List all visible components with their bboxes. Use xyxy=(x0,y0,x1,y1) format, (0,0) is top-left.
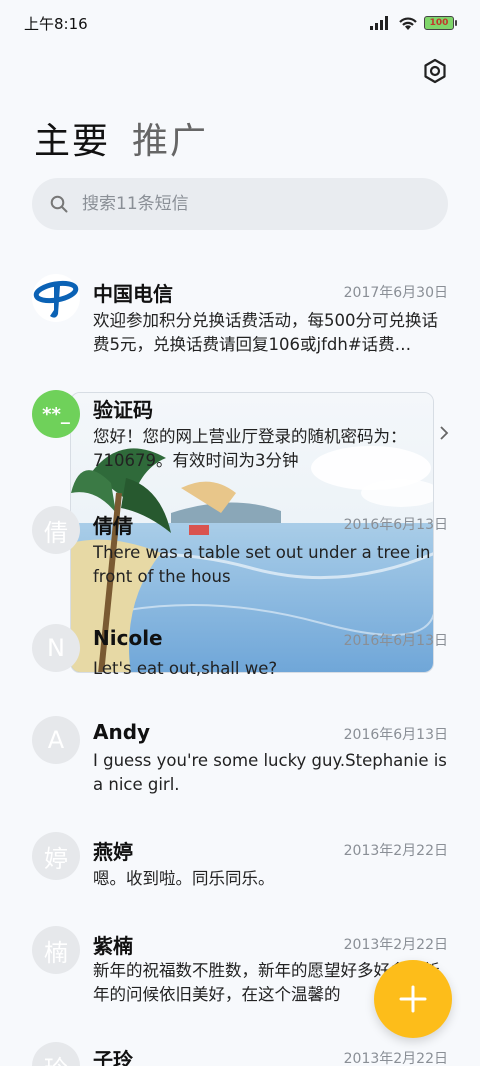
message-item[interactable]: 玲 子玲 2013年2月22日 xyxy=(0,1034,480,1066)
sender-name: 子玲 xyxy=(93,1048,133,1066)
status-icons: 100 xyxy=(370,16,457,31)
sender-name: 紫楠 xyxy=(93,934,133,958)
search-bar[interactable] xyxy=(32,178,448,230)
message-item[interactable]: **_ 验证码 您好！您的网上营业厅登录的随机密码为：710679。有效时间为3… xyxy=(0,382,480,492)
sender-name: Andy xyxy=(93,720,151,744)
message-item[interactable]: A Andy 2016年6月13日 I guess you're some lu… xyxy=(0,708,480,818)
sender-name: 验证码 xyxy=(93,398,153,422)
avatar: N xyxy=(32,624,80,672)
avatar: 倩 xyxy=(32,506,80,554)
message-preview: Let's eat out,shall we? xyxy=(93,659,278,678)
status-bar: 上午8:16 100 xyxy=(0,0,480,46)
message-item[interactable]: 中国电信 2017年6月30日 欢迎参加积分兑换话费活动，每500分可兑换话费5… xyxy=(0,266,480,376)
sender-name: 燕婷 xyxy=(93,840,133,864)
message-date: 2016年6月13日 xyxy=(343,633,448,649)
message-date: 2013年2月22日 xyxy=(343,1051,448,1066)
avatar: 楠 xyxy=(32,926,80,974)
battery-icon: 100 xyxy=(424,16,457,30)
message-date: 2013年2月22日 xyxy=(343,937,448,953)
avatar xyxy=(32,274,80,322)
message-preview: 您好！您的网上营业厅登录的随机密码为：710679。有效时间为3分钟 xyxy=(93,427,407,470)
battery-level: 100 xyxy=(429,18,449,28)
avatar: **_ xyxy=(32,390,80,438)
tab-bar: 主要 推广 xyxy=(34,112,208,164)
chevron-right-icon[interactable] xyxy=(436,424,452,442)
avatar: A xyxy=(32,716,80,764)
sender-name: 中国电信 xyxy=(93,282,173,306)
tab-promotions[interactable]: 推广 xyxy=(132,112,208,164)
message-date: 2016年6月13日 xyxy=(343,727,448,743)
message-preview: I guess you're some lucky guy.Stephanie … xyxy=(93,751,447,794)
message-preview: 嗯。收到啦。同乐同乐。 xyxy=(93,869,275,888)
new-message-button[interactable] xyxy=(374,960,452,1038)
message-item[interactable]: 倩 倩倩 2016年6月13日 There was a table set ou… xyxy=(0,498,480,608)
search-input[interactable] xyxy=(82,194,402,214)
message-preview: 欢迎参加积分兑换话费活动，每500分可兑换话费5元，兑换话费请回复106或jfd… xyxy=(93,311,438,354)
message-date: 2016年6月13日 xyxy=(343,517,448,533)
message-date: 2013年2月22日 xyxy=(343,843,448,859)
status-time: 上午8:16 xyxy=(24,14,88,33)
message-date: 2017年6月30日 xyxy=(343,285,448,301)
sender-name: Nicole xyxy=(93,626,163,650)
wifi-icon xyxy=(399,17,417,30)
settings-button[interactable] xyxy=(420,56,450,86)
signal-icon xyxy=(370,16,388,30)
plus-icon xyxy=(399,985,427,1013)
sender-name: 倩倩 xyxy=(93,514,133,538)
tab-primary[interactable]: 主要 xyxy=(34,112,110,164)
settings-gear-icon xyxy=(424,58,446,84)
search-icon xyxy=(50,195,68,213)
avatar: 玲 xyxy=(32,1042,80,1066)
message-preview: There was a table set out under a tree i… xyxy=(93,543,431,586)
avatar: 婷 xyxy=(32,832,80,880)
china-telecom-logo xyxy=(33,280,79,318)
